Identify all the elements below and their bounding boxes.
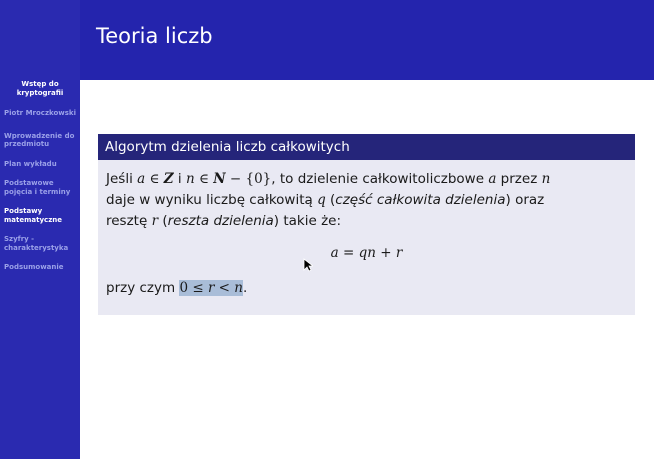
text-fragment: daje w wyniku liczbę całkowitą <box>106 192 318 208</box>
block-line-2: daje w wyniku liczbę całkowitą q (część … <box>106 190 627 211</box>
text-fragment: przez <box>496 171 542 187</box>
sidebar-item-plan-wykladu[interactable]: Plan wykładu <box>0 160 80 169</box>
theorem-block: Algorytm dzielenia liczb całkowitych Jeś… <box>98 134 635 315</box>
math-set-n: N <box>213 171 226 187</box>
sidebar-item-podstawowe-pojecia[interactable]: Podstawowe pojęcia i terminy <box>0 179 80 196</box>
text-fragment: ( <box>158 213 168 229</box>
sidebar-author[interactable]: Piotr Mroczkowski <box>0 109 80 118</box>
math-in: ∈ <box>194 171 214 187</box>
text-fragment: przy czym <box>106 280 180 296</box>
text-fragment: ) takie że: <box>273 213 342 229</box>
sidebar-item-szyfry[interactable]: Szyfry - charakterystyka <box>0 235 80 252</box>
math-minus-zero: − {0} <box>225 171 272 187</box>
math-var-a: a <box>137 171 146 187</box>
sidebar-item-wprowadzenie[interactable]: Wprowadzenie do przedmiotu <box>0 132 80 149</box>
text-fragment: ) oraz <box>505 192 545 208</box>
math-var-q: q <box>317 192 326 208</box>
sidebar-top-spacer <box>0 0 80 80</box>
sidebar-item-podsumowanie[interactable]: Podsumowanie <box>0 263 80 272</box>
text-fragment: i <box>173 171 186 187</box>
text-fragment: . <box>242 280 248 296</box>
block-line-1: Jeśli a ∈ Z i n ∈ N − {0}, to dzielenie … <box>106 169 627 190</box>
formula: a = qn + r <box>106 243 627 264</box>
slide: Wstęp do kryptografii Piotr Mroczkowski … <box>0 0 654 459</box>
block-body: Jeśli a ∈ Z i n ∈ N − {0}, to dzielenie … <box>98 160 635 299</box>
block-line-4: przy czym 0 ≤ r < n. <box>106 278 627 299</box>
formula-text: a = qn + r <box>330 245 403 261</box>
sidebar-item-podstawy-matematyczne[interactable]: Podstawy matematyczne <box>0 207 80 224</box>
mouse-cursor-icon <box>303 258 313 272</box>
sidebar-navigation: Wstęp do kryptografii Piotr Mroczkowski … <box>0 0 80 459</box>
math-set-z: Z <box>163 171 174 187</box>
highlighted-leq: ≤ <box>188 280 208 296</box>
text-fragment: ( <box>325 192 336 208</box>
text-fragment: resztę <box>106 213 152 229</box>
highlighted-r-lt-n: r < n <box>207 280 243 296</box>
math-in: ∈ <box>145 171 164 187</box>
header-bar: Teoria liczb <box>80 0 654 80</box>
block-line-3: resztę r (reszta dzielenia) takie że: <box>106 211 627 232</box>
q-description: część całkowita dzielenia <box>335 192 506 208</box>
math-var-n: n <box>185 171 195 187</box>
page-title: Teoria liczb <box>96 24 213 48</box>
math-var-n: n <box>541 171 551 187</box>
sidebar-presentation-title[interactable]: Wstęp do kryptografii <box>0 80 80 97</box>
highlighted-zero: 0 <box>179 280 189 296</box>
r-description: reszta dzielenia <box>167 213 274 229</box>
block-title: Algorytm dzielenia liczb całkowitych <box>98 134 635 160</box>
text-fragment: , to dzielenie całkowitoliczbowe <box>271 171 489 187</box>
text-fragment: Jeśli <box>106 171 138 187</box>
